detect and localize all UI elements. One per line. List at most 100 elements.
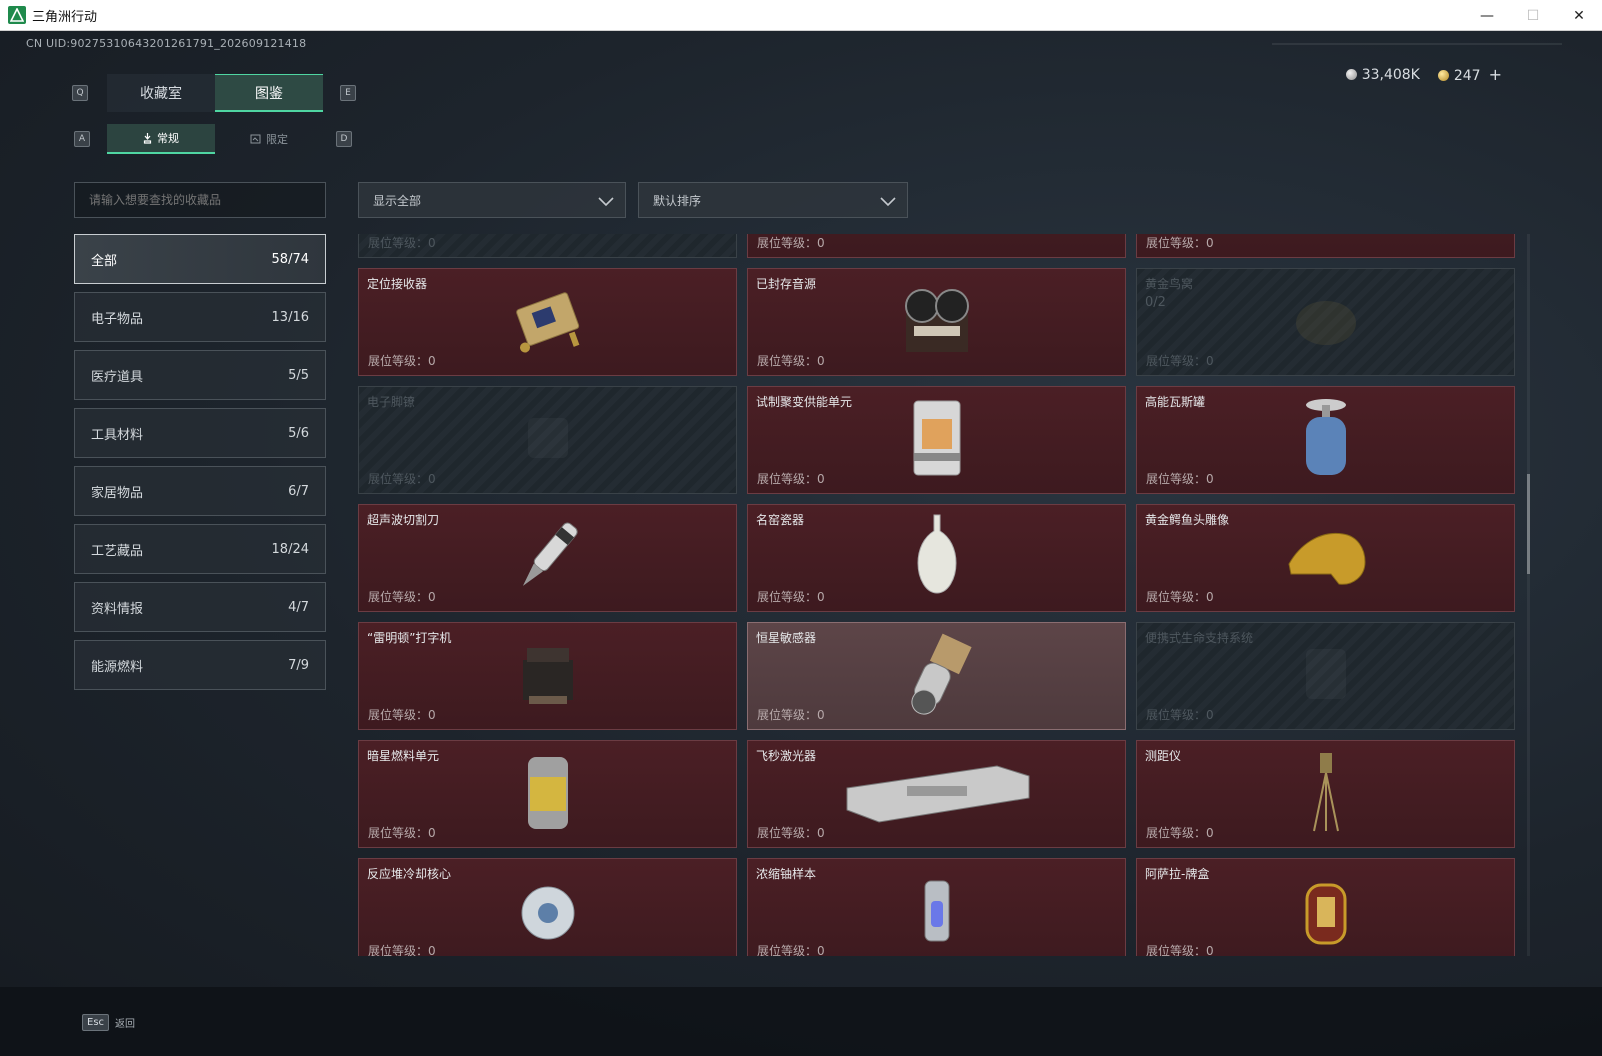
collection-card[interactable]: 展位等级：0	[1136, 234, 1515, 258]
window-titlebar: 三角洲行动 — ☐ ✕	[0, 0, 1602, 31]
ankle-monitor-icon	[513, 403, 583, 477]
category-label: 工艺藏品	[91, 543, 144, 559]
collection-card[interactable]: 暗星燃料单元 展位等级：0	[358, 740, 737, 848]
tab-limited[interactable]: 限定	[215, 124, 323, 154]
back-button[interactable]: Esc 返回	[82, 1014, 135, 1031]
add-currency-button[interactable]: +	[1489, 65, 1502, 84]
collection-card[interactable]: 恒星敏感器 展位等级：0	[747, 622, 1126, 730]
category-label: 家居物品	[91, 485, 144, 501]
category-count: 6/7	[288, 483, 309, 499]
tab-regular[interactable]: 常规	[107, 124, 215, 154]
sort-dropdown[interactable]: 默认排序	[638, 182, 908, 218]
display-level: 展位等级：0	[368, 708, 436, 722]
collection-card[interactable]: 定位接收器 展位等级：0	[358, 268, 737, 376]
collection-card[interactable]: 浓缩铀样本 展位等级：0	[747, 858, 1126, 956]
display-level: 展位等级：0	[757, 590, 825, 604]
collection-card[interactable]: 展位等级：0	[358, 234, 737, 258]
category-item[interactable]: 工具材料 5/6	[74, 408, 326, 458]
key-hint-e[interactable]: E	[340, 85, 356, 101]
porcelain-vase-icon	[912, 511, 962, 605]
tab-catalog[interactable]: 图鉴	[215, 74, 323, 112]
currency-panel: 33,408K 247 +	[1345, 65, 1502, 84]
category-label: 能源燃料	[91, 659, 144, 675]
receiver-icon	[503, 280, 593, 364]
category-list: 全部 58/74 电子物品 13/16 医疗道具 5/5 工具材料 5/6 家居物品 6/7 工艺藏…	[74, 234, 326, 698]
golden-nest-icon	[1286, 285, 1366, 359]
item-name: 浓缩铀样本	[756, 867, 817, 881]
minimize-button[interactable]: —	[1464, 0, 1510, 31]
chevron-down-icon	[880, 197, 896, 207]
category-label: 资料情报	[91, 601, 144, 617]
bottom-bar: Esc 返回	[0, 987, 1602, 1056]
item-name: 恒星敏感器	[756, 631, 817, 645]
collection-card[interactable]: 便携式生命支持系统 展位等级：0	[1136, 622, 1515, 730]
item-name: “雷明顿”打字机	[367, 631, 452, 645]
display-level: 展位等级：0	[1146, 472, 1214, 486]
key-hint-d[interactable]: D	[336, 131, 352, 147]
collection-card[interactable]: 阿萨拉-牌盒 展位等级：0	[1136, 858, 1515, 956]
rangefinder-icon	[1306, 747, 1346, 841]
category-count: 7/9	[288, 657, 309, 673]
maximize-button[interactable]: ☐	[1510, 0, 1556, 31]
item-name: 高能瓦斯罐	[1145, 395, 1206, 409]
display-level: 展位等级：0	[368, 944, 436, 956]
main-tabs: 收藏室 图鉴	[107, 74, 323, 112]
category-label: 电子物品	[91, 311, 144, 327]
display-filter-dropdown[interactable]: 显示全部	[358, 182, 626, 218]
display-level: 展位等级：0	[1146, 708, 1214, 722]
tab-collection-room[interactable]: 收藏室	[107, 74, 215, 112]
key-hint-a[interactable]: A	[74, 131, 90, 147]
gold-currency: 247 +	[1437, 65, 1502, 84]
limited-icon	[250, 134, 261, 144]
collection-card[interactable]: 试制聚变供能单元 展位等级：0	[747, 386, 1126, 494]
silver-coin-icon	[1345, 68, 1357, 80]
gas-canister-icon	[1296, 393, 1356, 487]
app-logo-icon	[8, 6, 26, 24]
collection-card[interactable]: 超声波切割刀 展位等级：0	[358, 504, 737, 612]
collection-card[interactable]: 名窑瓷器 展位等级：0	[747, 504, 1126, 612]
category-item[interactable]: 全部 58/74	[74, 234, 326, 284]
category-label: 医疗道具	[91, 369, 144, 385]
category-item[interactable]: 资料情报 4/7	[74, 582, 326, 632]
display-level: 展位等级：0	[1146, 590, 1214, 604]
search-input[interactable]	[74, 182, 326, 218]
display-level: 展位等级：0	[757, 472, 825, 486]
golden-crocodile-icon	[1281, 516, 1371, 600]
collection-card[interactable]: 高能瓦斯罐展位等级：0	[1136, 386, 1515, 494]
display-level: 展位等级：0	[1146, 354, 1214, 368]
category-item[interactable]: 能源燃料 7/9	[74, 640, 326, 690]
item-name: 定位接收器	[367, 277, 428, 291]
category-item[interactable]: 家居物品 6/7	[74, 466, 326, 516]
card-box-icon	[1301, 875, 1351, 949]
item-name: 试制聚变供能单元	[756, 395, 853, 409]
collection-card[interactable]: 电子脚镣 展位等级：0	[358, 386, 737, 494]
category-item[interactable]: 工艺藏品 18/24	[74, 524, 326, 574]
display-level: 展位等级：0	[1146, 944, 1214, 956]
category-item[interactable]: 医疗道具 5/5	[74, 350, 326, 400]
scroll-thumb[interactable]	[1527, 474, 1530, 574]
femtosecond-laser-icon	[837, 752, 1037, 836]
key-hint-q[interactable]: Q	[72, 85, 88, 101]
collection-card[interactable]: 反应堆冷却核心 展位等级：0	[358, 858, 737, 956]
category-count: 13/16	[271, 309, 309, 325]
category-label: 工具材料	[91, 427, 144, 443]
collection-card[interactable]: 飞秒激光器 展位等级：0	[747, 740, 1126, 848]
grid-scrollbar[interactable]	[1527, 234, 1530, 956]
category-count: 18/24	[271, 541, 309, 557]
collection-card[interactable]: 已封存音源 展位等级：0	[747, 268, 1126, 376]
back-label: 返回	[115, 1019, 136, 1030]
collection-card[interactable]: 黄金鸟窝 0/2 展位等级：0	[1136, 268, 1515, 376]
item-name: 飞秒激光器	[756, 749, 817, 763]
category-item[interactable]: 电子物品 13/16	[74, 292, 326, 342]
collection-card[interactable]: “雷明顿”打字机 展位等级：0	[358, 622, 737, 730]
fusion-unit-icon	[902, 393, 972, 487]
close-button[interactable]: ✕	[1556, 0, 1602, 31]
reel-recorder-icon	[892, 280, 982, 364]
item-name: 测距仪	[1145, 749, 1182, 763]
collection-card[interactable]: 黄金鳄鱼头雕像 展位等级：0	[1136, 504, 1515, 612]
category-count: 5/6	[288, 425, 309, 441]
item-grid: 展位等级：0 展位等级：0 展位等级：0 定位接收器 展位等级：0 已封存音源 展位等级：0…	[358, 234, 1520, 956]
star-sensor-icon	[897, 629, 977, 723]
collection-card[interactable]: 测距仪 展位等级：0	[1136, 740, 1515, 848]
collection-card[interactable]: 展位等级：0	[747, 234, 1126, 258]
